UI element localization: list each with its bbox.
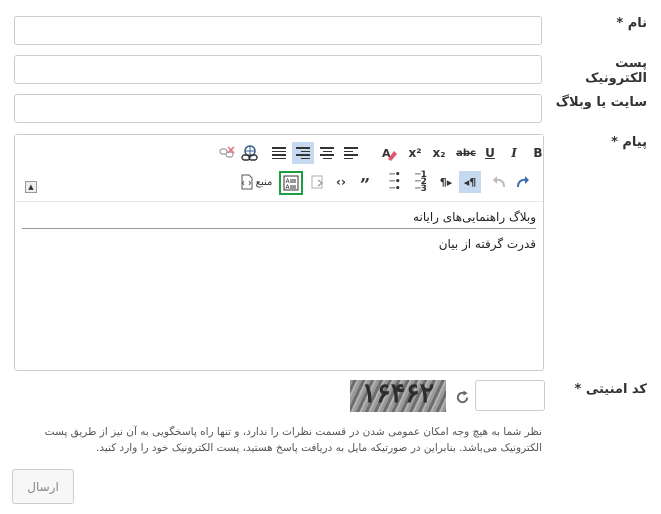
bold-glyph: B	[533, 146, 543, 160]
insert-template-button[interactable]	[307, 171, 329, 193]
text-direction-ltr-button[interactable]: ¶▸	[435, 171, 457, 193]
bold-button[interactable]: B	[527, 142, 549, 164]
justify-button[interactable]	[268, 142, 290, 164]
blockquote-button[interactable]: ”	[354, 171, 376, 196]
quote-icon: ”	[359, 175, 371, 196]
privacy-note-line-2: الکترونیک می‌باشد. بنابراین در صورتیکه م…	[96, 442, 542, 454]
link-icon	[241, 145, 258, 161]
submit-button[interactable]: ارسال	[12, 469, 74, 504]
link-button[interactable]	[239, 142, 261, 164]
captcha-text: ۱۶۴۶۲	[361, 380, 436, 409]
name-field[interactable]	[14, 16, 542, 45]
paragraph-ltr-icon: ¶▸	[439, 175, 453, 189]
paragraph-format-button[interactable]: A A	[279, 171, 303, 195]
undo-icon	[493, 176, 505, 188]
content-line-1: وبلاگ راهنمایی‌های رایانه	[413, 210, 536, 224]
unlink-icon	[219, 146, 235, 158]
content-line-2: قدرت گرفته از بیان	[438, 237, 536, 251]
align-center-icon	[320, 147, 334, 159]
bullet-list-icon: ─• ─• ─•	[389, 169, 401, 194]
paragraph-rtl-icon: ◂¶	[463, 175, 477, 189]
template-icon	[311, 175, 323, 189]
code-button[interactable]: ‹›	[330, 171, 352, 193]
italic-button[interactable]: I	[503, 142, 525, 164]
captcha-label: کد امنیتی *	[574, 382, 648, 397]
superscript-button[interactable]: x²	[404, 142, 426, 164]
message-editor[interactable]: B I U abc x₂ x² A ◂¶ ¶▸ ─1 ─2 ─3 ─• ─• ─…	[14, 134, 544, 371]
align-left-button[interactable]	[340, 142, 362, 164]
numbered-list-button[interactable]: ─1 ─2 ─3	[410, 169, 432, 194]
strikethrough-button[interactable]: abc	[453, 142, 479, 164]
content-divider	[22, 228, 536, 229]
underline-button[interactable]: U	[479, 142, 501, 164]
email-label: پست الکترونیک	[585, 56, 647, 86]
code-icon: ‹›	[336, 175, 346, 189]
editor-content[interactable]: وبلاگ راهنمایی‌های رایانه قدرت گرفته از …	[15, 202, 543, 370]
unlink-button[interactable]	[216, 142, 238, 164]
website-field[interactable]	[14, 94, 542, 123]
name-label: نام *	[616, 16, 647, 31]
message-label: پیام *	[611, 135, 647, 150]
undo-button[interactable]	[488, 171, 510, 193]
redo-icon	[517, 176, 529, 188]
numbered-list-icon: ─1 ─2 ─3	[415, 169, 427, 194]
text-direction-rtl-button[interactable]: ◂¶	[459, 171, 481, 193]
refresh-icon	[456, 389, 468, 403]
align-left-icon	[344, 147, 358, 159]
captcha-image: ۱۶۴۶۲	[350, 380, 446, 412]
align-right-icon	[296, 147, 310, 159]
superscript-glyph: x²	[408, 146, 422, 160]
email-field[interactable]	[14, 55, 542, 84]
strike-glyph: abc	[456, 147, 476, 159]
refresh-captcha-button[interactable]	[452, 387, 472, 407]
editor-toolbar: B I U abc x₂ x² A ◂¶ ¶▸ ─1 ─2 ─3 ─• ─• ─…	[15, 135, 543, 202]
subscript-button[interactable]: x₂	[428, 142, 450, 164]
website-label: سایت یا وبلاگ	[555, 95, 647, 110]
privacy-note-line-1: نظر شما به هیچ وجه امکان عمومی شدن در قس…	[44, 426, 542, 438]
subscript-glyph: x₂	[432, 146, 446, 160]
source-document-icon	[241, 174, 253, 190]
text-block-icon: A A	[283, 175, 299, 191]
justify-icon	[272, 147, 286, 159]
collapse-arrow-icon: ▲	[28, 182, 34, 191]
privacy-note: نظر شما به هیچ وجه امکان عمومی شدن در قس…	[14, 424, 542, 456]
redo-button[interactable]	[512, 171, 534, 193]
align-right-button[interactable]	[292, 142, 314, 164]
source-button[interactable]: منبع	[235, 171, 275, 193]
italic-glyph: I	[511, 146, 517, 160]
eraser-icon: A	[382, 147, 397, 161]
align-center-button[interactable]	[316, 142, 338, 164]
underline-glyph: U	[485, 146, 495, 160]
remove-format-button[interactable]: A	[378, 142, 400, 164]
bullet-list-button[interactable]: ─• ─• ─•	[384, 169, 406, 194]
source-label: منبع	[255, 176, 273, 188]
captcha-field[interactable]	[475, 380, 545, 411]
toolbar-collapse-button[interactable]: ▲	[25, 181, 37, 193]
